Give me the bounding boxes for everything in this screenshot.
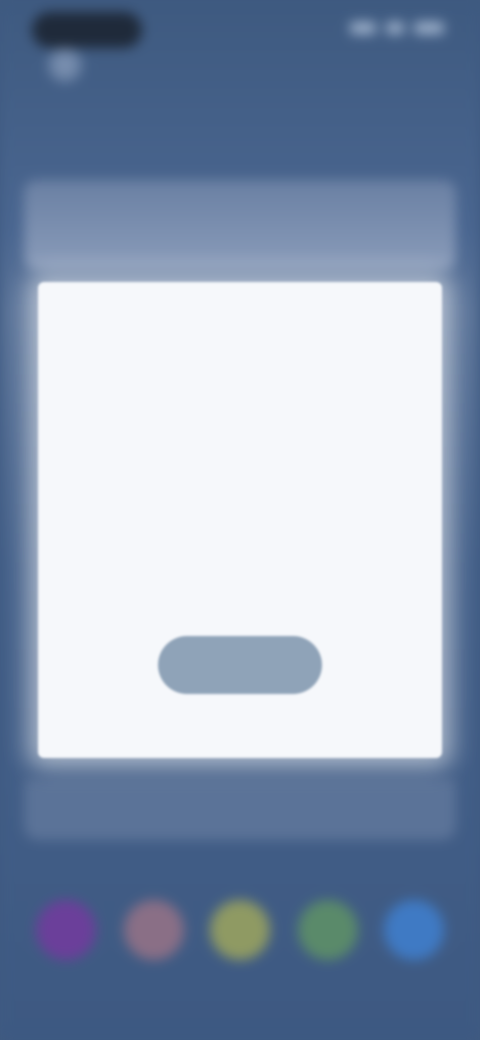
battery-icon — [414, 22, 444, 34]
color-swatch-green[interactable] — [298, 900, 358, 960]
color-palette — [0, 900, 480, 964]
modal-dialog — [38, 282, 442, 758]
status-icons — [350, 22, 444, 34]
color-swatch-mauve[interactable] — [124, 900, 184, 960]
background-strip — [24, 780, 456, 840]
background-panel — [24, 180, 456, 270]
color-swatch-purple[interactable] — [36, 900, 96, 960]
camera-cutout — [32, 12, 142, 48]
status-bar — [24, 10, 456, 50]
color-swatch-blue[interactable] — [384, 900, 444, 960]
modal-confirm-button[interactable] — [158, 636, 322, 694]
back-icon[interactable]: ‹ — [48, 48, 82, 82]
wifi-icon — [386, 22, 404, 34]
color-swatch-olive[interactable] — [210, 900, 270, 960]
signal-icon — [350, 22, 376, 34]
